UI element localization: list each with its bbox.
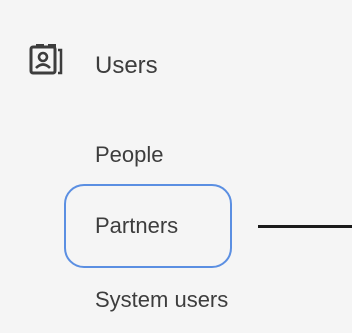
users-section-title[interactable]: Users — [95, 52, 158, 80]
callout-pointer-line — [258, 225, 352, 228]
nav-item-partners[interactable]: Partners — [95, 212, 178, 240]
users-nav-panel: Users People Partners System users — [0, 0, 352, 333]
nav-item-people[interactable]: People — [95, 141, 164, 169]
nav-item-system-users[interactable]: System users — [95, 286, 228, 314]
contact-card-icon — [29, 42, 63, 76]
